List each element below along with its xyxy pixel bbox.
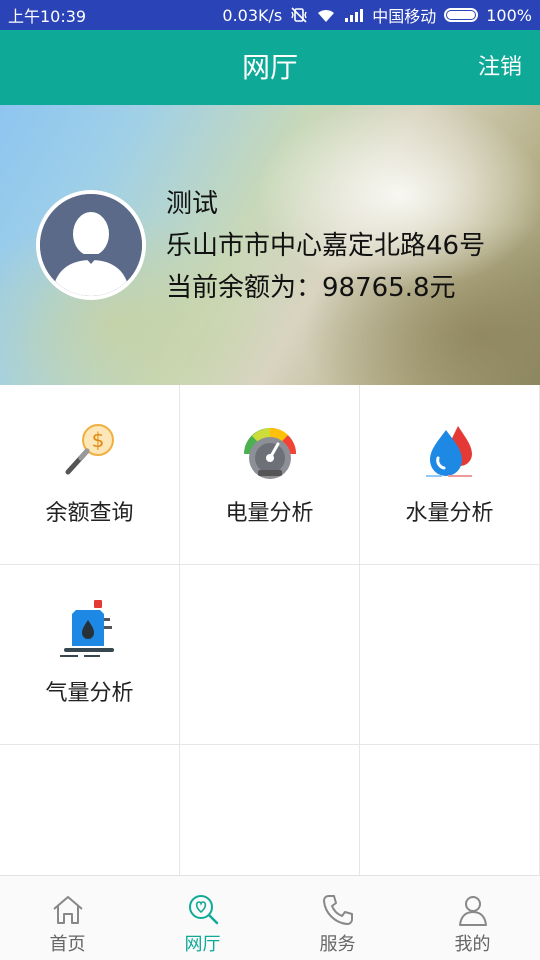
person-icon	[458, 896, 487, 926]
user-name: 测试	[166, 189, 219, 219]
tab-label: 首页	[49, 934, 86, 955]
gauge-icon	[244, 427, 296, 479]
gas-tank-icon	[60, 600, 114, 657]
signal-icon	[344, 7, 364, 23]
service-gas-analysis[interactable]: 气量分析	[0, 565, 180, 745]
tab-label: 我的	[454, 934, 491, 955]
tab-label: 服务	[319, 934, 356, 955]
status-time: 上午10:39	[8, 7, 87, 26]
carrier-name: 中国移动	[372, 7, 437, 26]
service-label: 电量分析	[225, 501, 314, 526]
person-silhouette-icon	[40, 194, 142, 296]
status-bar: 上午10:39 0.03K/s 中国移动 100%	[0, 0, 540, 30]
battery-icon	[444, 8, 479, 22]
tab-service[interactable]: 服务	[270, 876, 405, 960]
wifi-icon	[316, 7, 336, 23]
status-indicators: 0.03K/s 中国移动 100%	[222, 3, 532, 27]
empty-cell	[360, 565, 540, 745]
page-title: 网厅	[241, 51, 298, 84]
avatar[interactable]	[36, 190, 146, 300]
empty-cell	[0, 745, 180, 875]
battery-level: 100%	[486, 5, 532, 25]
user-balance: 当前余额为：98765.8元	[166, 273, 456, 303]
logout-button[interactable]: 注销	[478, 30, 522, 105]
water-drops-icon	[426, 426, 472, 477]
search-heart-icon	[188, 895, 218, 925]
empty-cell	[180, 565, 360, 745]
user-banner: 测试 乐山市市中心嘉定北路46号 当前余额为：98765.8元	[0, 105, 540, 385]
service-grid: $ 余额查询 电量分析 水量分析 气量分析	[0, 385, 540, 875]
bottom-tab-bar: 首页 网厅 服务 我的	[0, 875, 540, 960]
service-balance-query[interactable]: $ 余额查询	[0, 385, 180, 565]
phone-icon	[322, 895, 353, 925]
user-address: 乐山市市中心嘉定北路46号	[166, 231, 486, 261]
network-speed: 0.03K/s	[222, 5, 283, 25]
service-water-analysis[interactable]: 水量分析	[360, 385, 540, 565]
service-label: 水量分析	[405, 501, 494, 526]
user-info: 测试 乐山市市中心嘉定北路46号 当前余额为：98765.8元	[166, 183, 485, 309]
svg-text:$: $	[92, 428, 105, 452]
tab-label: 网厅	[184, 934, 221, 955]
tab-hall[interactable]: 网厅	[135, 876, 270, 960]
service-label: 气量分析	[45, 681, 134, 706]
magnifier-dollar-icon: $	[65, 424, 114, 475]
tab-mine[interactable]: 我的	[405, 876, 540, 960]
vibrate-icon	[290, 6, 308, 24]
tab-home[interactable]: 首页	[0, 876, 135, 960]
empty-cell	[180, 745, 360, 875]
service-label: 余额查询	[45, 501, 134, 526]
app-header: 网厅 注销	[0, 30, 540, 105]
service-electricity-analysis[interactable]: 电量分析	[180, 385, 360, 565]
home-icon	[52, 896, 83, 924]
empty-cell	[360, 745, 540, 875]
